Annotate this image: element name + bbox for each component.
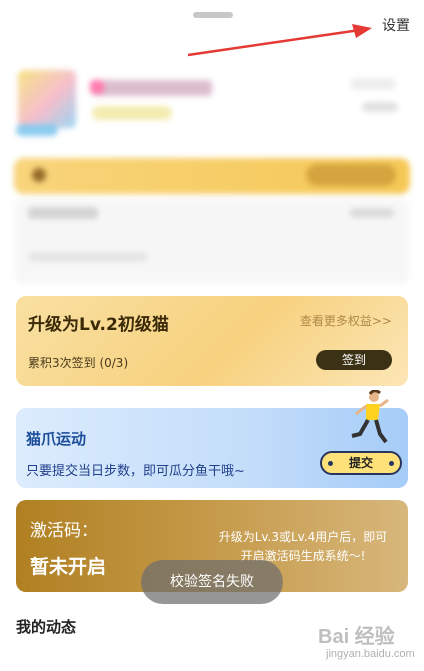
user-tag [92,106,172,120]
more-benefits-link[interactable]: 查看更多权益>> [300,312,392,329]
info-row-value [350,208,394,218]
runner-icon [351,390,389,444]
avatar[interactable] [18,70,76,128]
level-badge [16,124,58,136]
dot-icon [389,461,394,466]
info-row [28,252,148,262]
level-upgrade-card: 升级为Lv.2初级猫 查看更多权益>> 累积3次签到 (0/3) 签到 [16,296,408,386]
cat-paw-sport-card: 猫爪运动 只要提交当日步数，即可瓜分鱼干哦~ 提交 [16,390,408,488]
drag-handle[interactable] [193,12,233,18]
dot-icon [328,461,333,466]
user-icon [90,80,104,94]
level-title: 升级为Lv.2初级猫 [28,315,169,335]
submit-label: 提交 [348,456,373,470]
toast-message: 校验签名失败 [141,560,283,604]
watermark-url: jingyan.baidu.com [326,648,415,660]
divider [14,232,410,233]
info-row [28,207,98,219]
stat-placeholder [362,102,398,112]
activation-status: 暂未开启 [30,556,107,578]
checkin-button[interactable]: 签到 [316,350,392,370]
watermark-logo: Bai 经验 [318,626,395,648]
vip-icon [32,168,46,182]
submit-steps-button[interactable]: 提交 [320,451,402,475]
stat-placeholder [350,78,396,90]
checkin-progress: 累积3次签到 (0/3) [28,356,129,370]
activation-title: 激活码： [30,521,98,541]
profile-header-blurred [0,62,424,292]
sport-title: 猫爪运动 [26,430,87,448]
my-activity-heading: 我的动态 [16,618,77,636]
sport-description: 只要提交当日步数，即可瓜分鱼干哦~ [26,464,245,479]
settings-button[interactable]: 设置 [382,15,410,35]
username [92,80,212,96]
vip-button[interactable] [306,164,396,186]
